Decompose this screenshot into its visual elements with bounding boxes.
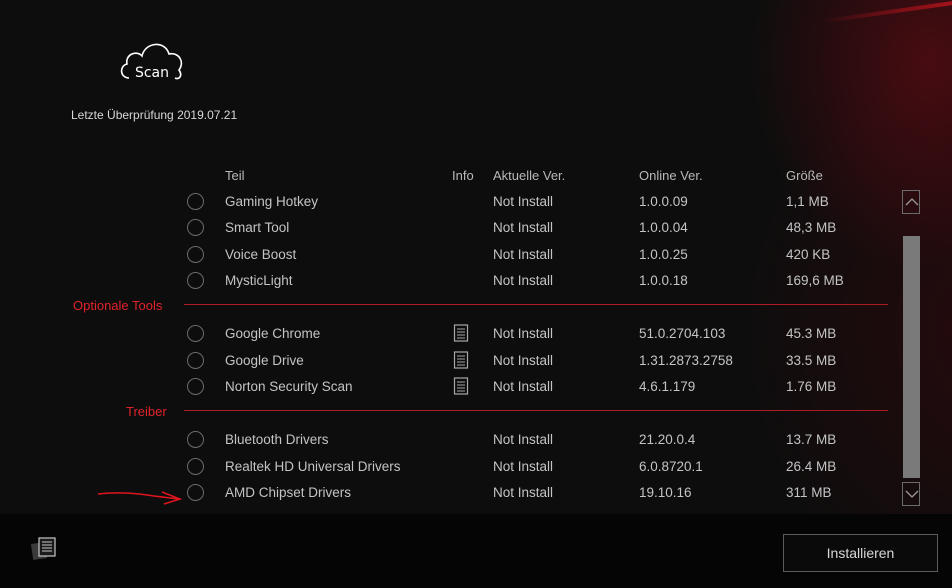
item-size: 169,6 MB [786,273,844,288]
item-online-version: 1.31.2873.2758 [639,353,733,368]
item-size: 13.7 MB [786,432,837,447]
decorative-streak [821,0,952,24]
section-label-optional-tools: Optionale Tools [73,298,163,313]
list-item[interactable]: Gaming Hotkey Not Install 1.0.0.09 1,1 M… [0,190,900,216]
column-header-size: Größe [786,168,823,183]
item-name: Smart Tool [225,220,290,235]
log-icon[interactable] [30,536,58,562]
document-icon[interactable] [453,351,469,369]
item-size: 420 KB [786,247,831,262]
list-item[interactable]: Google Chrome Not Install 51.0.2704.103 … [0,322,900,348]
list-item[interactable]: Norton Security Scan Not Install 4.6.1.1… [0,375,900,401]
chevron-up-icon [905,198,919,206]
item-name: Google Drive [225,353,304,368]
item-current-version: Not Install [493,194,554,209]
item-online-version: 21.20.0.4 [639,432,696,447]
item-online-version: 51.0.2704.103 [639,326,726,341]
item-online-version: 6.0.8720.1 [639,459,703,474]
item-size: 1.76 MB [786,379,837,394]
item-size: 26.4 MB [786,459,837,474]
item-current-version: Not Install [493,326,554,341]
scroll-up-button[interactable] [902,190,920,214]
item-size: 33.5 MB [786,353,837,368]
section-label-drivers: Treiber [126,404,167,419]
list-item[interactable]: Bluetooth Drivers Not Install 21.20.0.4 … [0,428,900,454]
list-item[interactable]: MysticLight Not Install 1.0.0.18 169,6 M… [0,269,900,295]
section-divider [184,410,888,411]
item-online-version: 1.0.0.09 [639,194,688,209]
item-current-version: Not Install [493,485,554,500]
item-name: Bluetooth Drivers [225,432,329,447]
column-header-part: Teil [225,168,245,183]
column-header-info: Info [452,168,474,183]
chevron-down-icon [905,490,919,498]
item-size: 48,3 MB [786,220,837,235]
item-name: Gaming Hotkey [225,194,319,209]
select-radio[interactable] [187,352,204,369]
item-online-version: 1.0.0.18 [639,273,688,288]
install-button[interactable]: Installieren [783,534,938,572]
cloud-icon [120,43,183,80]
scroll-down-button[interactable] [902,482,920,506]
item-size: 311 MB [786,485,832,500]
select-radio[interactable] [187,272,204,289]
item-name: MysticLight [225,273,293,288]
list-item[interactable]: Realtek HD Universal Drivers Not Install… [0,455,900,481]
column-header-online: Online Ver. [639,168,703,183]
item-current-version: Not Install [493,432,554,447]
last-check-date: Letzte Überprüfung 2019.07.21 [71,108,238,122]
select-radio[interactable] [187,458,204,475]
item-online-version: 19.10.16 [639,485,692,500]
item-current-version: Not Install [493,247,554,262]
select-radio[interactable] [187,484,204,501]
select-radio[interactable] [187,246,204,263]
select-radio[interactable] [187,193,204,210]
section-divider [184,304,888,305]
select-radio[interactable] [187,219,204,236]
select-radio[interactable] [187,378,204,395]
list-item[interactable]: Smart Tool Not Install 1.0.0.04 48,3 MB [0,216,900,242]
item-current-version: Not Install [493,459,554,474]
item-online-version: 1.0.0.25 [639,247,688,262]
item-name: Norton Security Scan [225,379,353,394]
item-name: Realtek HD Universal Drivers [225,459,401,474]
column-header-current: Aktuelle Ver. [493,168,566,183]
item-size: 45.3 MB [786,326,837,341]
item-online-version: 1.0.0.04 [639,220,688,235]
item-current-version: Not Install [493,273,554,288]
item-online-version: 4.6.1.179 [639,379,696,394]
item-current-version: Not Install [493,353,554,368]
item-current-version: Not Install [493,379,554,394]
select-radio[interactable] [187,431,204,448]
item-name: AMD Chipset Drivers [225,485,352,500]
select-radio[interactable] [187,325,204,342]
list-item[interactable]: Google Drive Not Install 1.31.2873.2758 … [0,349,900,375]
item-current-version: Not Install [493,220,554,235]
scan-logo: Scan [117,34,187,90]
annotation-arrow [97,491,183,505]
document-icon[interactable] [453,324,469,342]
document-icon[interactable] [453,377,469,395]
logo-text: Scan [134,65,170,81]
item-name: Google Chrome [225,326,321,341]
item-size: 1,1 MB [786,194,829,209]
item-name: Voice Boost [225,247,297,262]
list-item[interactable]: Voice Boost Not Install 1.0.0.25 420 KB [0,243,900,269]
scrollbar-thumb[interactable] [903,236,920,478]
